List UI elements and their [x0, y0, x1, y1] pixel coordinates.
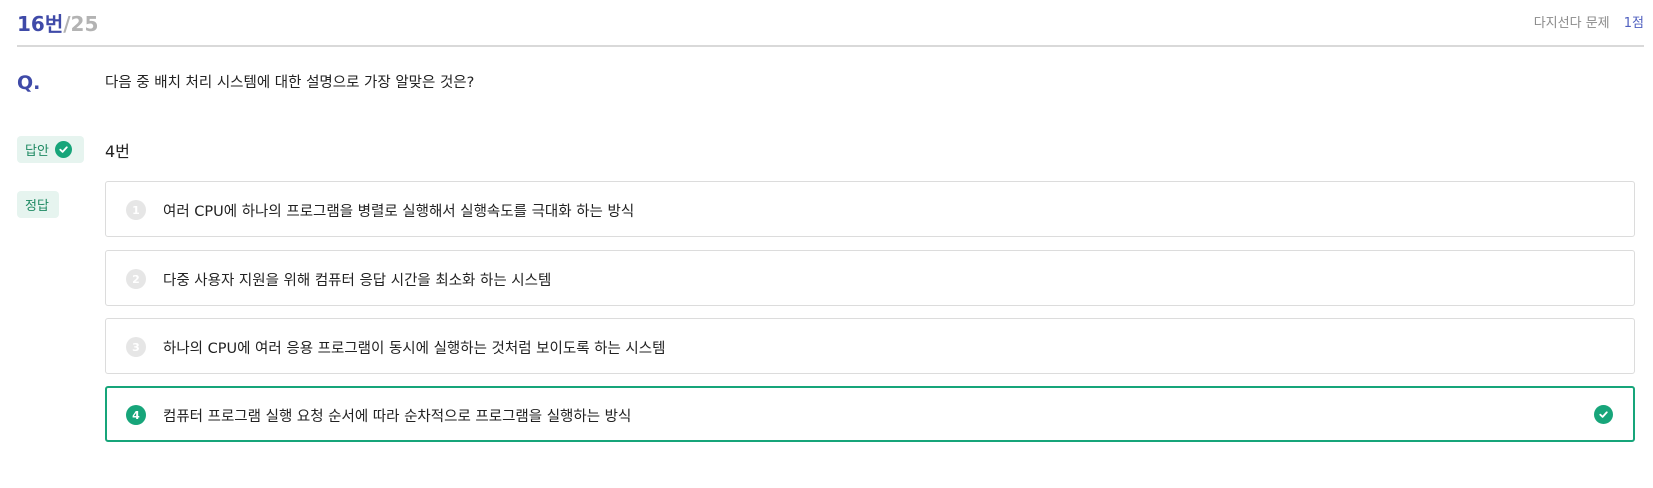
correct-answer-badge: 정답	[17, 191, 59, 218]
check-icon	[54, 141, 72, 158]
option-number: 4	[126, 405, 146, 425]
correct-answer-label: 정답	[25, 199, 49, 214]
option-number: 2	[126, 269, 146, 289]
check-icon	[1594, 405, 1613, 424]
option-3[interactable]: 3 하나의 CPU에 여러 응용 프로그램이 동시에 실행하는 것처럼 보이도록…	[105, 318, 1635, 374]
question-meta: 다지선다 문제 1점	[1534, 12, 1644, 31]
option-2[interactable]: 2 다중 사용자 지원을 위해 컴퓨터 응답 시간을 최소화 하는 시스템	[105, 250, 1635, 306]
option-text: 컴퓨터 프로그램 실행 요청 순서에 따라 순차적으로 프로그램을 실행하는 방…	[163, 409, 632, 425]
question-page: 16번/25 다지선다 문제 1점 Q. 다음 중 배치 처리 시스템에 대한 …	[0, 0, 1653, 488]
question-type: 다지선다 문제	[1533, 16, 1610, 31]
question-counter: 16번/25	[17, 8, 98, 37]
answer-value: 4번	[105, 142, 130, 161]
question-total: /25	[63, 12, 99, 36]
option-text: 하나의 CPU에 여러 응용 프로그램이 동시에 실행하는 것처럼 보이도록 하…	[163, 341, 666, 357]
question-header: 16번/25 다지선다 문제 1점	[17, 0, 1644, 47]
option-4-selected[interactable]: 4 컴퓨터 프로그램 실행 요청 순서에 따라 순차적으로 프로그램을 실행하는…	[105, 386, 1635, 442]
option-1[interactable]: 1 여러 CPU에 하나의 프로그램을 병렬로 실행해서 실행속도를 극대화 하…	[105, 181, 1635, 237]
question-number: 16번	[17, 12, 64, 36]
question-label: Q.	[17, 72, 41, 94]
option-number: 1	[126, 200, 146, 220]
option-text: 여러 CPU에 하나의 프로그램을 병렬로 실행해서 실행속도를 극대화 하는 …	[163, 204, 635, 220]
answer-label: 답안	[25, 144, 49, 159]
answer-badge: 답안	[17, 136, 84, 163]
question-text: 다음 중 배치 처리 시스템에 대한 설명으로 가장 알맞은 것은?	[105, 75, 475, 91]
option-number: 3	[126, 337, 146, 357]
question-score: 1점	[1623, 16, 1644, 31]
option-text: 다중 사용자 지원을 위해 컴퓨터 응답 시간을 최소화 하는 시스템	[163, 273, 552, 289]
